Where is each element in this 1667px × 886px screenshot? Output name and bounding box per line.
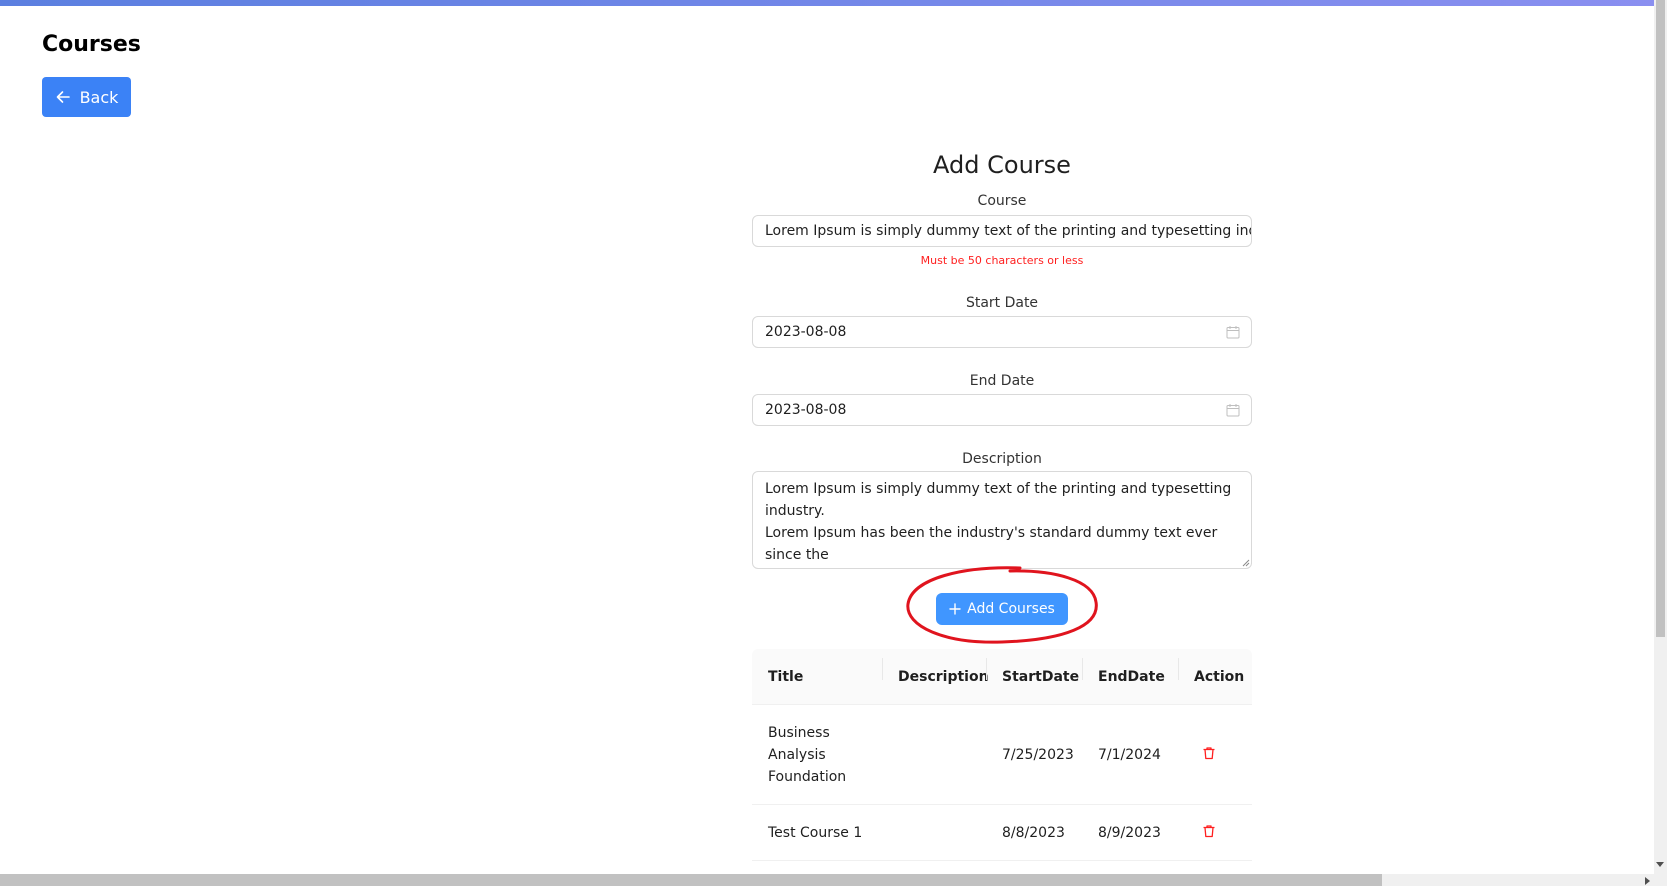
course-label: Course bbox=[977, 193, 1027, 209]
trash-icon[interactable] bbox=[1202, 824, 1216, 838]
course-input[interactable]: Lorem Ipsum is simply dummy text of the … bbox=[752, 215, 1252, 247]
cell-title: Test Course 1 bbox=[768, 824, 863, 841]
horizontal-scroll-thumb[interactable] bbox=[0, 874, 1382, 886]
column-header-action: Action bbox=[1178, 657, 1252, 685]
vertical-scrollbar[interactable] bbox=[1654, 0, 1667, 874]
scroll-down-arrow-icon[interactable] bbox=[1656, 862, 1664, 867]
add-courses-label: Add Courses bbox=[967, 601, 1055, 617]
course-error-message: Must be 50 characters or less bbox=[920, 254, 1084, 267]
table-row: Business Analysis Foundation 7/25/2023 7… bbox=[752, 705, 1252, 805]
start-date-label: Start Date bbox=[965, 295, 1039, 311]
arrow-left-icon bbox=[56, 91, 70, 103]
cell-start-date: 7/25/2023 bbox=[1002, 746, 1074, 763]
calendar-icon bbox=[1226, 326, 1240, 339]
plus-icon bbox=[949, 603, 961, 615]
back-button[interactable]: Back bbox=[42, 77, 131, 117]
calendar-icon bbox=[1226, 404, 1240, 417]
vertical-scroll-thumb[interactable] bbox=[1656, 0, 1665, 637]
cell-start-date: 8/8/2023 bbox=[1002, 824, 1065, 841]
cell-action bbox=[1178, 820, 1252, 845]
end-date-value: 2023-08-08 bbox=[765, 402, 847, 418]
add-courses-button[interactable]: Add Courses bbox=[936, 593, 1068, 625]
cell-title: Business Analysis Foundation bbox=[768, 724, 847, 785]
back-button-label: Back bbox=[79, 87, 119, 107]
horizontal-scrollbar[interactable] bbox=[0, 874, 1667, 886]
start-date-value: 2023-08-08 bbox=[765, 324, 847, 340]
description-textarea[interactable]: Lorem Ipsum is simply dummy text of the … bbox=[752, 471, 1252, 569]
scroll-right-arrow-icon[interactable] bbox=[1645, 877, 1650, 885]
page-title: Courses bbox=[42, 32, 141, 57]
table-header: Title Description StartDate EndDate Acti… bbox=[752, 649, 1252, 705]
description-label: Description bbox=[962, 451, 1042, 467]
top-accent-bar bbox=[0, 0, 1667, 6]
courses-table: Title Description StartDate EndDate Acti… bbox=[752, 649, 1252, 861]
column-header-startdate[interactable]: StartDate bbox=[986, 657, 1082, 685]
resize-grip-icon[interactable] bbox=[1242, 559, 1250, 567]
form-title: Add Course bbox=[933, 151, 1071, 179]
end-date-label: End Date bbox=[969, 373, 1035, 389]
start-date-picker[interactable]: 2023-08-08 bbox=[752, 316, 1252, 348]
column-header-enddate[interactable]: EndDate bbox=[1082, 657, 1178, 685]
column-header-description[interactable]: Description bbox=[882, 657, 989, 685]
column-header-title[interactable]: Title bbox=[752, 669, 882, 685]
cell-end-date: 7/1/2024 bbox=[1098, 746, 1161, 763]
end-date-picker[interactable]: 2023-08-08 bbox=[752, 394, 1252, 426]
cell-action bbox=[1178, 742, 1252, 767]
cell-end-date: 8/9/2023 bbox=[1098, 824, 1161, 841]
trash-icon[interactable] bbox=[1202, 746, 1216, 760]
table-row: Test Course 1 8/8/2023 8/9/2023 bbox=[752, 805, 1252, 861]
